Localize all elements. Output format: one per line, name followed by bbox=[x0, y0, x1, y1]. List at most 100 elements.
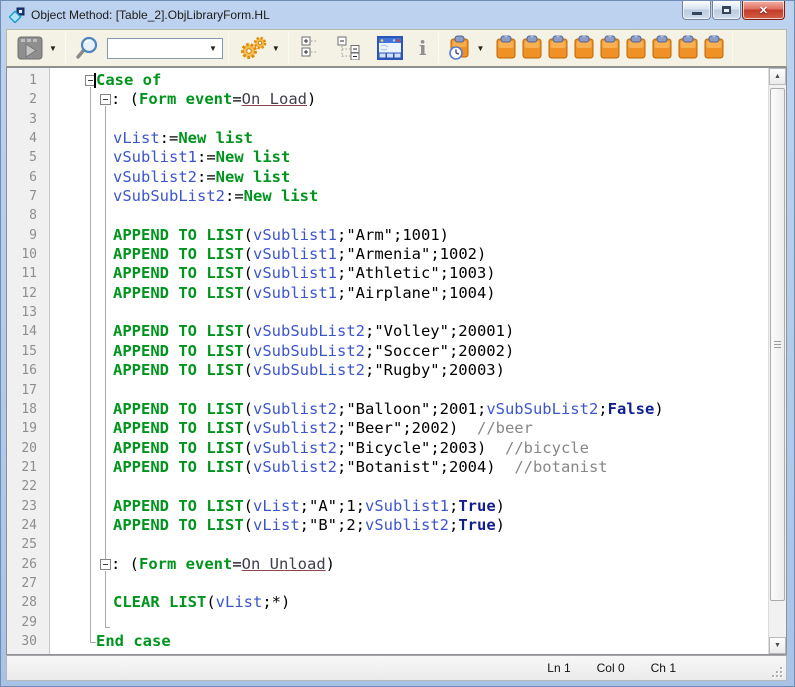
line-number: 21 bbox=[7, 458, 49, 477]
search-input[interactable]: ▼ bbox=[107, 38, 223, 59]
toolbar-separator bbox=[288, 33, 289, 63]
line-number: 10 bbox=[7, 245, 49, 264]
line-number: 1 bbox=[7, 71, 49, 90]
line-number: 12 bbox=[7, 284, 49, 303]
run-method-icon bbox=[16, 34, 46, 62]
code-layer[interactable]: Case of: (Form event=On Load)vList:=New … bbox=[50, 68, 768, 654]
window: Object Method: [Table_2].ObjLibraryForm.… bbox=[0, 0, 795, 687]
code-line: APPEND TO LIST(vSublist2;"Balloon";2001;… bbox=[50, 400, 768, 419]
code-line: vList:=New list bbox=[50, 129, 768, 148]
status-line: Ln 1 bbox=[547, 661, 570, 675]
clipboard-icon[interactable] bbox=[650, 34, 674, 62]
macros-button[interactable]: ▼ bbox=[234, 32, 283, 64]
code-line bbox=[50, 613, 768, 632]
code-line: APPEND TO LIST(vSublist1;"Athletic";1003… bbox=[50, 264, 768, 283]
code-line bbox=[50, 381, 768, 400]
code-line: APPEND TO LIST(vList;"B";2;vSublist2;Tru… bbox=[50, 516, 768, 535]
status-bar: Ln 1 Col 0 Ch 1 bbox=[6, 655, 787, 681]
code-line bbox=[50, 110, 768, 129]
code-line bbox=[50, 303, 768, 322]
code-line: vSubSubList2:=New list bbox=[50, 187, 768, 206]
line-number: 6 bbox=[7, 168, 49, 187]
line-number: 3 bbox=[7, 110, 49, 129]
line-number: 28 bbox=[7, 593, 49, 612]
chevron-down-icon: ▼ bbox=[476, 44, 484, 53]
gears-icon bbox=[237, 34, 269, 62]
code-line: APPEND TO LIST(vSubSubList2;"Soccer";200… bbox=[50, 342, 768, 361]
line-number: 20 bbox=[7, 439, 49, 458]
fold-toggle[interactable] bbox=[100, 94, 111, 105]
line-number: 9 bbox=[7, 226, 49, 245]
toolbar-separator bbox=[65, 33, 66, 63]
code-line: APPEND TO LIST(vSublist1;"Armenia";1002) bbox=[50, 245, 768, 264]
code-line: APPEND TO LIST(vSubSubList2;"Rugby";2000… bbox=[50, 361, 768, 380]
code-line: vSublist2:=New list bbox=[50, 168, 768, 187]
minimize-icon bbox=[692, 12, 702, 15]
resize-grip[interactable] bbox=[770, 665, 782, 677]
line-number: 18 bbox=[7, 400, 49, 419]
fold-guide bbox=[105, 627, 110, 628]
chevron-down-icon[interactable]: ▼ bbox=[209, 44, 217, 53]
close-button[interactable]: ✕ bbox=[742, 1, 785, 20]
line-number: 29 bbox=[7, 613, 49, 632]
clipboard-icon[interactable] bbox=[624, 34, 648, 62]
clipboard-icon[interactable] bbox=[494, 34, 518, 62]
line-number: 23 bbox=[7, 497, 49, 516]
window-title: Object Method: [Table_2].ObjLibraryForm.… bbox=[31, 8, 270, 22]
line-number: 2 bbox=[7, 90, 49, 109]
toolbar-separator bbox=[228, 33, 229, 63]
fold-toggle[interactable] bbox=[100, 559, 111, 570]
code-line bbox=[50, 477, 768, 496]
clipboard-icon[interactable] bbox=[598, 34, 622, 62]
code-line: vSublist1:=New list bbox=[50, 148, 768, 167]
clipboard-history-button[interactable]: ▼ bbox=[444, 32, 487, 64]
line-number: 26 bbox=[7, 555, 49, 574]
run-method-button[interactable]: ▼ bbox=[13, 32, 60, 64]
code-line: APPEND TO LIST(vSublist2;"Beer";2002) //… bbox=[50, 419, 768, 438]
gutter: 1234567891011121314151617181920212223242… bbox=[7, 68, 50, 654]
code-line: End case bbox=[50, 632, 768, 651]
fold-guide bbox=[90, 642, 96, 643]
scrollbar-thumb[interactable] bbox=[770, 88, 785, 601]
clipboard-icon[interactable] bbox=[676, 34, 700, 62]
line-number: 19 bbox=[7, 419, 49, 438]
code-line: APPEND TO LIST(vSublist2;"Botanist";2004… bbox=[50, 458, 768, 477]
vertical-scrollbar[interactable]: ▲ ▼ bbox=[768, 68, 786, 654]
clipboard-icon[interactable] bbox=[702, 34, 726, 62]
chevron-down-icon: ▼ bbox=[49, 44, 57, 53]
line-number: 27 bbox=[7, 574, 49, 593]
toolbar: ▼ ▼ ▼ bbox=[6, 29, 787, 67]
text-cursor bbox=[94, 73, 96, 88]
close-icon: ✕ bbox=[759, 4, 768, 17]
clipboard-clock-icon bbox=[447, 34, 473, 62]
scroll-down-button[interactable]: ▼ bbox=[769, 637, 786, 654]
code-line: Case of bbox=[50, 71, 768, 90]
collapse-all-button[interactable] bbox=[334, 34, 366, 62]
clipboard-icon[interactable] bbox=[546, 34, 570, 62]
scroll-up-button[interactable]: ▲ bbox=[769, 68, 786, 85]
code-line bbox=[50, 574, 768, 593]
minimize-button[interactable] bbox=[682, 1, 711, 20]
expand-all-button[interactable] bbox=[298, 34, 326, 62]
line-number: 8 bbox=[7, 206, 49, 225]
line-number: 4 bbox=[7, 129, 49, 148]
fold-guide bbox=[105, 571, 106, 627]
collapse-tree-icon bbox=[337, 36, 363, 60]
code-line: APPEND TO LIST(vList;"A";1;vSublist1;Tru… bbox=[50, 497, 768, 516]
method-properties-button[interactable] bbox=[374, 34, 406, 62]
line-number: 30 bbox=[7, 632, 49, 651]
clipboards-group bbox=[493, 34, 727, 62]
information-button[interactable]: i bbox=[412, 36, 434, 60]
maximize-button[interactable] bbox=[712, 1, 741, 20]
code-line: APPEND TO LIST(vSublist2;"Bicycle";2003)… bbox=[50, 439, 768, 458]
clipboard-icon[interactable] bbox=[520, 34, 544, 62]
clipboard-icon[interactable] bbox=[572, 34, 596, 62]
expand-tree-icon bbox=[301, 36, 323, 60]
line-number: 24 bbox=[7, 516, 49, 535]
title-bar[interactable]: Object Method: [Table_2].ObjLibraryForm.… bbox=[6, 1, 787, 29]
status-character: Ch 1 bbox=[651, 661, 676, 675]
scrollbar-track[interactable] bbox=[769, 85, 786, 637]
code-line: CLEAR LIST(vList;*) bbox=[50, 593, 768, 612]
line-number: 14 bbox=[7, 322, 49, 341]
line-number: 11 bbox=[7, 264, 49, 283]
